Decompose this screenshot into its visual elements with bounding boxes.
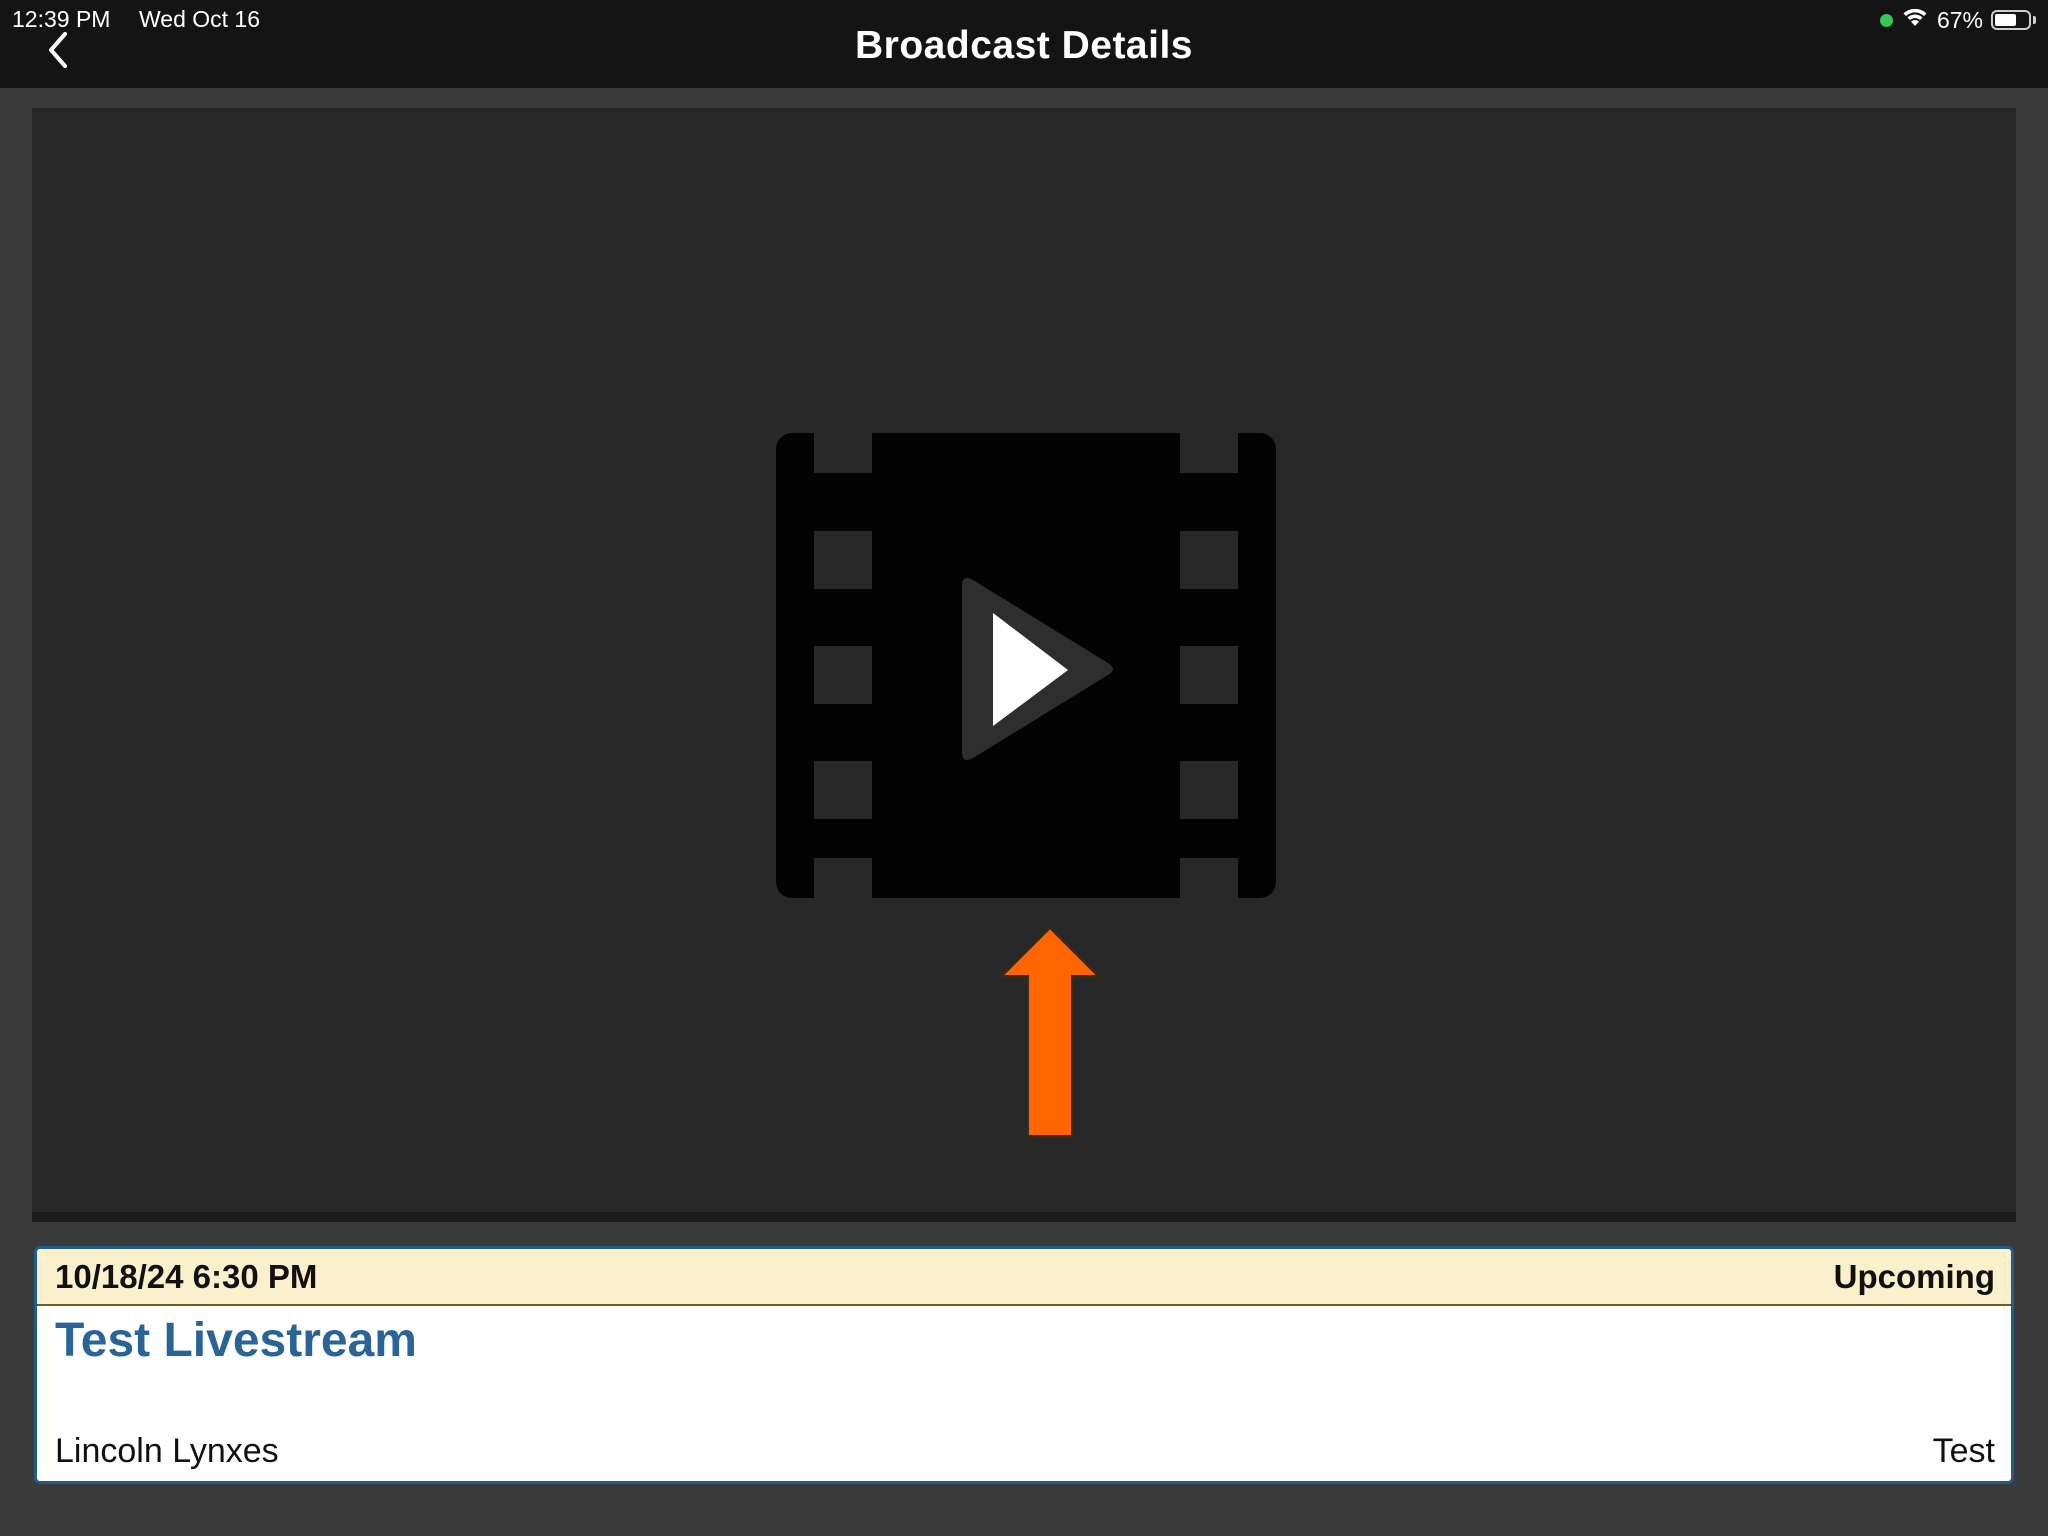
- page-title: Broadcast Details: [855, 24, 1193, 67]
- broadcast-team: Lincoln Lynxes: [55, 1432, 279, 1470]
- broadcast-status: Upcoming: [1833, 1258, 1995, 1295]
- broadcast-title: Test Livestream: [55, 1314, 417, 1367]
- broadcast-card-header: 10/18/24 6:30 PM Upcoming: [37, 1249, 2011, 1306]
- up-arrow-icon: [1000, 926, 1100, 1137]
- video-player[interactable]: [32, 108, 2016, 1222]
- broadcast-card[interactable]: 10/18/24 6:30 PM Upcoming Test Livestrea…: [34, 1246, 2014, 1484]
- video-play-icon[interactable]: [776, 433, 1276, 898]
- top-navigation-bar: 12:39 PM Wed Oct 16 67% Broadcast Detail…: [0, 0, 2048, 88]
- broadcast-datetime: 10/18/24 6:30 PM: [55, 1258, 318, 1295]
- broadcast-type: Test: [1932, 1432, 1995, 1470]
- battery-tip: [2033, 16, 2036, 24]
